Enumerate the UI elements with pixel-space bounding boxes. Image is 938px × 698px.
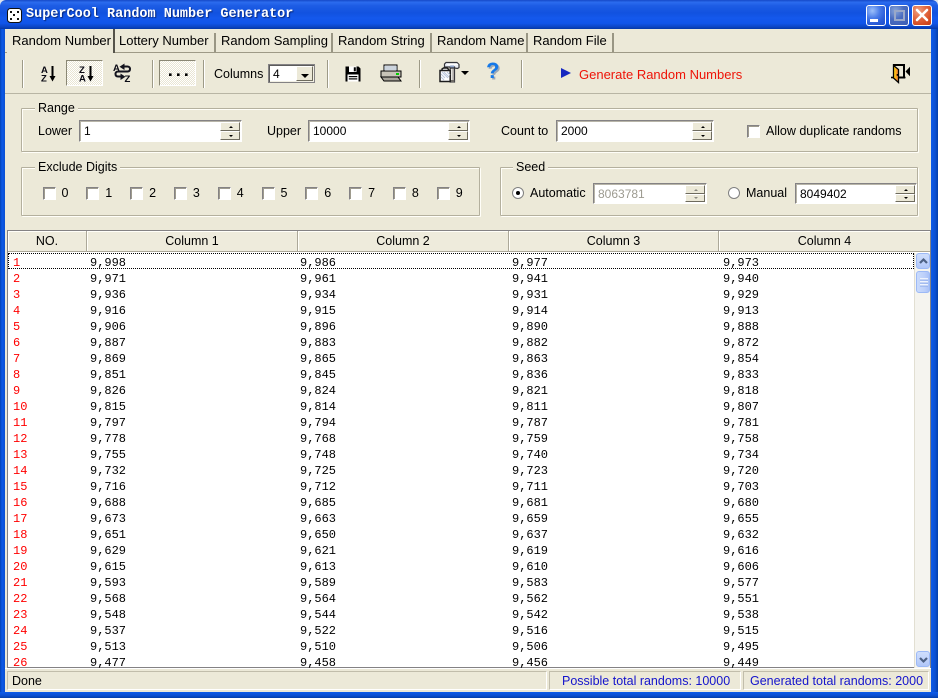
svg-text:Z: Z bbox=[41, 74, 47, 83]
svg-text:A: A bbox=[79, 74, 86, 83]
svg-text:Z: Z bbox=[125, 74, 131, 83]
